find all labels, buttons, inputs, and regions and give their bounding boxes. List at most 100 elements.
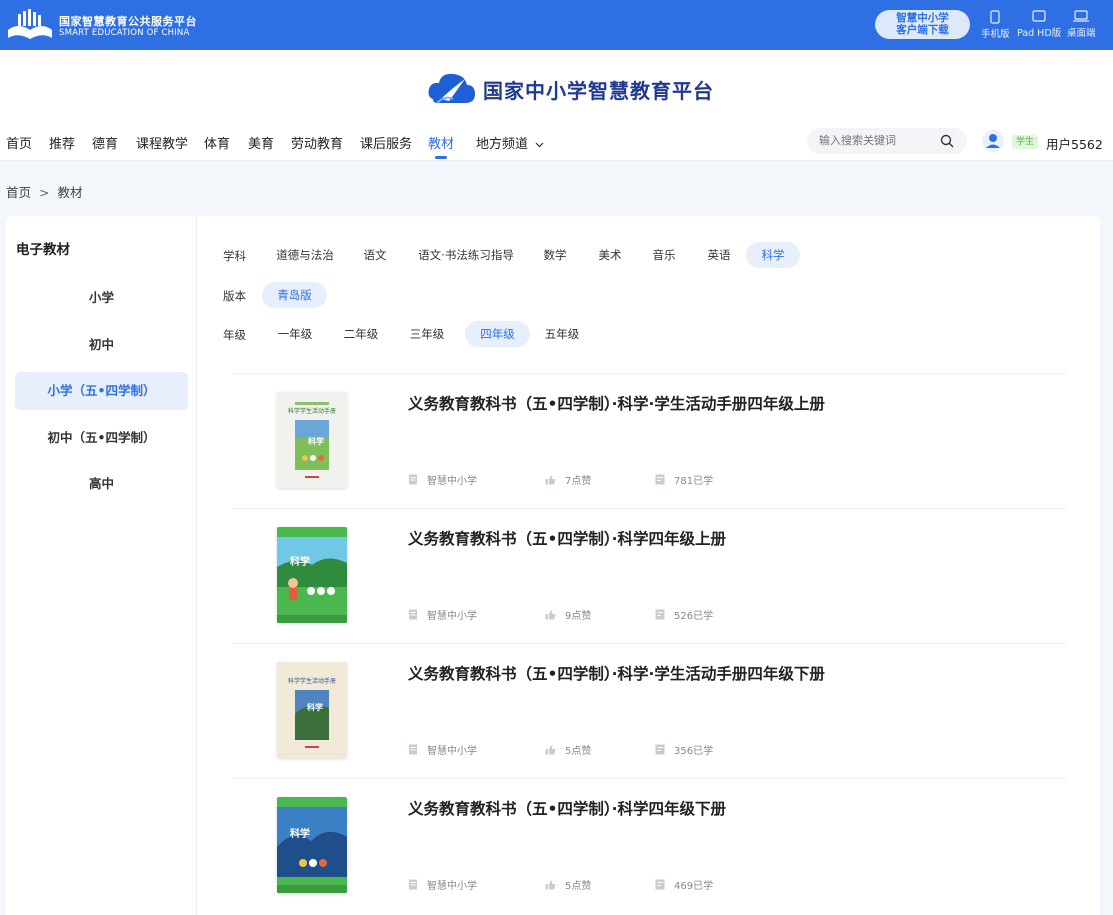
subject-option-morality[interactable]: 道德与法治 — [267, 242, 343, 268]
nav-arts[interactable]: 美育 — [248, 133, 274, 152]
subject-option-calligraphy[interactable]: 语文·书法练习指导 — [409, 242, 523, 268]
sidebar-item-junior[interactable]: 初中 — [15, 326, 188, 364]
top-bar: 国家智慧教育公共服务平台 SMART EDUCATION OF CHINA 智慧… — [0, 0, 1113, 50]
thumbs-up-icon — [545, 475, 556, 484]
client-download-button[interactable]: 智慧中小学 客户端下载 — [875, 10, 970, 39]
nav-labor[interactable]: 劳动教育 — [291, 133, 343, 152]
grade-option-5[interactable]: 五年级 — [534, 321, 590, 347]
nav-moral[interactable]: 德育 — [92, 133, 118, 152]
book-cover[interactable]: 科学 — [277, 797, 347, 893]
book-title[interactable]: 义务教育教科书（五•四学制）·科学·学生活动手册四年级下册 — [408, 662, 825, 684]
book-learners-label: 781已学 — [674, 476, 714, 487]
document-icon — [409, 744, 417, 755]
grade-option-4[interactable]: 四年级 — [465, 321, 530, 347]
book-item[interactable]: 科学 义务教育教科书（五•四学制）·科学四年级上册 智慧中小学 9点赞 526已… — [232, 508, 1067, 643]
svg-text:科学学生活动手册: 科学学生活动手册 — [288, 407, 336, 415]
book-item[interactable]: 科学学生活动手册 科学 义务教育教科书（五•四学制）·科学·学生活动手册四年级上… — [232, 373, 1067, 508]
brand[interactable]: 国家中小学智慧教育平台 — [425, 68, 714, 110]
book-likes: 5点赞 — [545, 877, 591, 892]
nav-after-school[interactable]: 课后服务 — [360, 133, 412, 152]
book-item[interactable]: 科学学生活动手册 科学 义务教育教科书（五•四学制）·科学·学生活动手册四年级下… — [232, 643, 1067, 778]
tablet-icon — [1032, 10, 1046, 22]
document-icon — [409, 474, 417, 485]
edition-option-qingdao[interactable]: 青岛版 — [262, 282, 327, 308]
avatar[interactable] — [982, 130, 1004, 152]
breadcrumb-home[interactable]: 首页 — [6, 185, 31, 200]
nav-courses[interactable]: 课程教学 — [136, 133, 188, 152]
sidebar-item-senior[interactable]: 高中 — [15, 465, 188, 503]
study-icon — [655, 879, 665, 890]
grade-label: 年级 — [223, 328, 246, 342]
nav-recommend[interactable]: 推荐 — [49, 133, 75, 152]
book-cover[interactable]: 科学学生活动手册 科学 — [277, 662, 347, 758]
subject-option-music[interactable]: 音乐 — [642, 242, 686, 268]
platform-subtitle: SMART EDUCATION OF CHINA — [59, 28, 190, 38]
nav-home[interactable]: 首页 — [6, 133, 32, 152]
subject-option-math[interactable]: 数学 — [533, 242, 577, 268]
svg-text:科学学生活动手册: 科学学生活动手册 — [288, 677, 336, 685]
subject-option-chinese[interactable]: 语文 — [353, 242, 397, 268]
download-line1: 智慧中小学 — [896, 12, 949, 24]
book-learners-label: 526已学 — [674, 611, 714, 622]
book-cover[interactable]: 科学学生活动手册 科学 — [277, 392, 347, 488]
book-publisher-label: 智慧中小学 — [427, 476, 477, 487]
grade-option-3[interactable]: 三年级 — [399, 321, 455, 347]
device-desktop[interactable]: 桌面端 — [1067, 10, 1096, 39]
book-likes: 9点赞 — [545, 607, 591, 622]
download-line2: 客户端下载 — [896, 24, 949, 36]
subject-option-english[interactable]: 英语 — [697, 242, 741, 268]
document-icon — [409, 879, 417, 890]
book-learners-label: 356已学 — [674, 746, 714, 757]
book-publisher-label: 智慧中小学 — [427, 611, 477, 622]
study-icon — [655, 474, 665, 485]
device-pad[interactable]: Pad HD版 — [1017, 10, 1061, 39]
book-item[interactable]: 科学 义务教育教科书（五•四学制）·科学四年级下册 智慧中小学 5点赞 469已… — [232, 778, 1067, 913]
device-pad-label: Pad HD版 — [1017, 28, 1062, 39]
user-name[interactable]: 用户5562 — [1046, 134, 1103, 153]
book-publisher: 智慧中小学 — [408, 742, 477, 757]
brand-name: 国家中小学智慧教育平台 — [483, 78, 714, 103]
platform-title: 国家智慧教育公共服务平台 — [59, 15, 197, 28]
svg-text:科学: 科学 — [308, 436, 324, 446]
document-icon — [409, 609, 417, 620]
brand-logo-icon — [428, 73, 475, 104]
book-publisher: 智慧中小学 — [408, 472, 477, 487]
book-likes-label: 5点赞 — [565, 746, 592, 757]
sidebar-item-primary-54[interactable]: 小学（五•四学制） — [15, 372, 188, 410]
search-icon[interactable] — [940, 134, 954, 148]
subject-option-art[interactable]: 美术 — [588, 242, 632, 268]
book-title[interactable]: 义务教育教科书（五•四学制）·科学·学生活动手册四年级上册 — [408, 392, 825, 414]
book-likes-label: 7点赞 — [565, 476, 592, 487]
book-title[interactable]: 义务教育教科书（五•四学制）·科学四年级下册 — [408, 797, 726, 819]
search-input[interactable] — [819, 132, 937, 150]
workbook-cover-icon: 科学学生活动手册 科学 — [277, 392, 347, 488]
site-header: 国家中小学智慧教育平台 首页 推荐 德育 课程教学 体育 美育 劳动教育 课后服… — [0, 50, 1113, 161]
book-title[interactable]: 义务教育教科书（五•四学制）·科学四年级上册 — [408, 527, 726, 549]
grade-option-2[interactable]: 二年级 — [333, 321, 389, 347]
nav-local-channel[interactable]: 地方频道 — [476, 133, 544, 152]
book-likes-label: 9点赞 — [565, 611, 592, 622]
book-publisher: 智慧中小学 — [408, 607, 477, 622]
sidebar-item-primary[interactable]: 小学 — [15, 279, 188, 317]
chevron-down-icon — [535, 142, 544, 147]
device-desktop-label: 桌面端 — [1067, 28, 1096, 39]
book-learners: 469已学 — [655, 877, 713, 892]
nav-sports[interactable]: 体育 — [204, 133, 230, 152]
book-cover[interactable]: 科学 — [277, 527, 347, 623]
nav-textbooks[interactable]: 教材 — [428, 133, 454, 152]
device-mobile[interactable]: 手机版 — [981, 10, 1010, 40]
svg-text:科学: 科学 — [290, 555, 310, 568]
breadcrumb: 首页 > 教材 — [6, 182, 83, 201]
book-publisher-label: 智慧中小学 — [427, 746, 477, 757]
subject-option-science[interactable]: 科学 — [746, 242, 800, 268]
book-likes: 7点赞 — [545, 472, 591, 487]
sidebar-item-junior-54[interactable]: 初中（五•四学制） — [15, 419, 188, 457]
svg-text:科学: 科学 — [307, 702, 323, 712]
thumbs-up-icon — [545, 745, 556, 754]
blue-cover-icon: 科学 — [277, 797, 347, 893]
sidebar-title: 电子教材 — [16, 242, 70, 258]
subject-label: 学科 — [223, 249, 246, 263]
workbook-cover-icon: 科学学生活动手册 科学 — [277, 662, 347, 758]
desktop-icon — [1073, 10, 1090, 22]
grade-option-1[interactable]: 一年级 — [267, 321, 323, 347]
